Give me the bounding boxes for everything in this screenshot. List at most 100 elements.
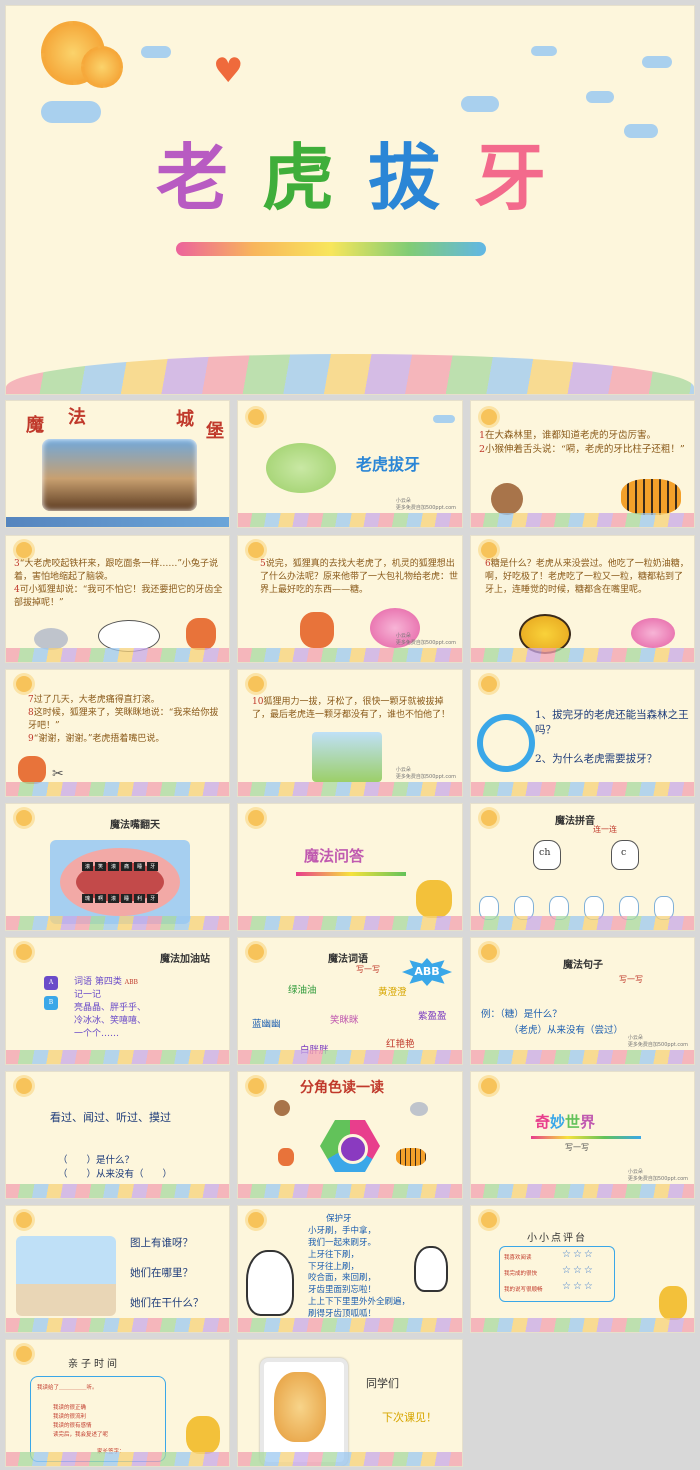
slide-subheading: 写一写 xyxy=(565,1143,589,1152)
title-char: 界 xyxy=(580,1113,596,1131)
slide-magic-words[interactable]: 魔法词语 写一写 ABB 绿油油 黄澄澄 蓝幽幽 笑眯眯 紫盈盈 白胖胖 红艳艳 xyxy=(237,937,463,1065)
cloud-icon xyxy=(642,56,672,68)
wizard-image xyxy=(186,1416,220,1454)
tooth-word: 牙 xyxy=(147,862,159,871)
hexagon-badge: A xyxy=(44,976,58,990)
slide-heading: 小小点评台 xyxy=(527,1233,587,1244)
star-rating[interactable]: ☆☆☆ xyxy=(562,1281,595,1292)
review-row: 我完成的很快 xyxy=(504,1269,537,1277)
slide-story-5[interactable]: 7过了几天，大老虎痛得直打滚。 8这时候，狐狸来了，笑眯眯地说：“我来给你拔牙吧！… xyxy=(5,669,230,797)
poem-line: 我们一起来刷牙。 xyxy=(308,1237,377,1248)
decorative-wave xyxy=(471,513,694,527)
sun-icon xyxy=(16,1346,32,1362)
rainbow-underline xyxy=(296,872,406,876)
slide-subheading: 写一写 xyxy=(619,975,643,984)
monkey-image xyxy=(274,1100,290,1116)
tooth-character-image xyxy=(246,1250,294,1316)
slide-castle[interactable]: 魔 法 城 堡 xyxy=(5,400,230,528)
para-text: 狐狸用力一拔，牙松了，很快一颗牙就被拔掉了，最后老虎连一颗牙都没有了，谁也不怕他… xyxy=(252,697,451,721)
paragraph: 6糖是什么？老虎从来没尝过。他吃了一粒奶油糖，啊，好吃极了！老虎吃了一粒又一粒，… xyxy=(485,558,690,597)
review-box: 我喜欢阅读 我完成的很快 我的说写很顺畅 ☆☆☆ ☆☆☆ ☆☆☆ xyxy=(499,1246,615,1302)
monkey-image xyxy=(491,483,523,515)
footer-line: 小云朵 xyxy=(627,1169,643,1175)
title-char: 妙 xyxy=(550,1113,566,1131)
tooth-word: 滚 xyxy=(82,862,94,871)
slide-wonder-world[interactable]: 奇妙世界 写一写 小云朵 更多免费自加500ppt.com xyxy=(470,1071,695,1199)
decorative-wave xyxy=(6,1050,229,1064)
slide-role-reading[interactable]: 分角色读一读 xyxy=(237,1071,463,1199)
sun-icon xyxy=(481,1078,497,1094)
para-text: 这时候，狐狸来了，笑眯眯地说：“我来给你拔牙吧！” xyxy=(28,708,219,732)
slide-magic-qa[interactable]: 魔法问答 xyxy=(237,803,463,931)
cloud-icon xyxy=(531,46,557,56)
slide-heading: 魔法句子 xyxy=(563,960,603,971)
slide-story-6[interactable]: 10狐狸用力一拔，牙松了，很快一颗牙就被拔掉了，最后老虎连一颗牙都没有了，谁也不… xyxy=(237,669,463,797)
cover-slide[interactable]: ♥ 老 虎 拔 牙 xyxy=(5,5,695,395)
cover-title: 老 虎 拔 牙 xyxy=(156,142,546,214)
tooth-word: 笑 xyxy=(95,862,107,871)
poem-line: 上上下下里里外外全刷遍， xyxy=(308,1297,411,1308)
sun-icon xyxy=(16,1078,32,1094)
tooth-word: 滚 xyxy=(108,862,120,871)
footer-line: 更多免费自加500ppt.com xyxy=(395,774,456,780)
decorative-wave xyxy=(471,1184,694,1198)
slide-story-1[interactable]: 1在大森林里，谁都知道老虎的牙齿厉害。 2小猴伸着舌头说：“嗬，老虎的牙比柱子还粗… xyxy=(470,400,695,528)
goodbye-line: 同学们 xyxy=(366,1377,399,1390)
pinyin-label: c xyxy=(621,847,627,858)
slide-story-3[interactable]: 5说完，狐狸真的去找大老虎了，机灵的狐狸想出了什么办法呢？原来他带了一大包礼物给… xyxy=(237,535,463,663)
decorative-wave xyxy=(471,1318,694,1332)
abb-label: ABB xyxy=(124,979,138,986)
text-line: 记一记 xyxy=(74,990,102,1001)
fox-image xyxy=(278,1148,294,1166)
tooth-word: 瑰 xyxy=(82,894,94,903)
castle-image xyxy=(42,439,197,511)
slide-picture-talk[interactable]: 图上有谁呀？ 她们在哪里？ 她们在干什么？ xyxy=(5,1205,230,1333)
cloud-icon xyxy=(433,415,455,423)
slide-review[interactable]: 小小点评台 我喜欢阅读 我完成的很快 我的说写很顺畅 ☆☆☆ ☆☆☆ ☆☆☆ xyxy=(470,1205,695,1333)
slide-magic-station[interactable]: 魔法加油站 A B 词语 第四类 ABB 记一记 亮晶晶、胖乎乎、 冷冰冰、笑嘻… xyxy=(5,937,230,1065)
fox-image xyxy=(186,618,216,650)
cloud-icon xyxy=(141,46,171,58)
slide-magic-sentence[interactable]: 魔法句子 写一写 例：（糖）是什么？ （老虎）从来没有（尝过） 小云朵 更多免费自… xyxy=(470,937,695,1065)
para-text: 过了几天，大老虎痛得直打滚。 xyxy=(33,695,160,705)
review-row: 我的说写很顺畅 xyxy=(504,1285,543,1293)
tooth-word: 痛 xyxy=(121,862,133,871)
sun-icon xyxy=(81,46,123,88)
sun-icon xyxy=(248,1078,264,1094)
blue-ring xyxy=(477,714,535,772)
hexagon-center xyxy=(338,1134,368,1164)
slide-magic-pinyin[interactable]: 魔法拼音 连一连 ch c xyxy=(470,803,695,931)
slide-sentence-practice[interactable]: 看过、闻过、听过、摸过 （ ）是什么？ （ ）从来没有（ ） xyxy=(5,1071,230,1199)
footer-line: 更多免费自加500ppt.com xyxy=(395,640,456,646)
para-text: 可小狐狸却说：“我可不怕它！我还要把它的牙齿全部拔掉呢！” xyxy=(14,585,223,609)
slide-goodbye[interactable]: 同学们 下次课见！ xyxy=(237,1339,463,1467)
bear-rabbit-image xyxy=(274,1372,326,1442)
word-blue: 蓝幽幽 xyxy=(252,1019,281,1030)
cloud-icon xyxy=(461,96,499,112)
sun-icon xyxy=(481,810,497,826)
tablet-frame xyxy=(260,1358,348,1466)
slide-protect-teeth[interactable]: 保护牙 小牙刷，手中拿， 我们一起来刷牙。 上牙往下刷， 下牙往上刷， 咬合面，… xyxy=(237,1205,463,1333)
sun-icon xyxy=(248,944,264,960)
slide-title[interactable]: 老虎拔牙 小云朵 更多免费自加500ppt.com xyxy=(237,400,463,528)
para-text: 在大森林里，谁都知道老虎的牙齿厉害。 xyxy=(485,430,657,441)
decorative-wave xyxy=(238,916,462,930)
decorative-wave xyxy=(238,513,462,527)
para-text: “谢谢，谢谢。”老虎捂着嘴巴说。 xyxy=(33,734,165,745)
slide-questions[interactable]: 1、拔完牙的老虎还能当森林之王吗？ 2、为什么老虎需要拔牙？ xyxy=(470,669,695,797)
title-char: 老 xyxy=(156,136,229,220)
star-rating[interactable]: ☆☆☆ xyxy=(562,1249,595,1260)
slide-magic-mouth[interactable]: 魔法嘴翻天 滚笑滚痛睡牙 瑰啊滚睡利牙 xyxy=(5,803,230,931)
star-rating[interactable]: ☆☆☆ xyxy=(562,1265,595,1276)
question: 她们在哪里？ xyxy=(130,1267,193,1279)
text-line: 我读的很正确 xyxy=(53,1405,87,1411)
slide-story-2[interactable]: 3“大老虎咬起铁杆来，跟吃面条一样……”小兔子说着，害怕地缩起了脑袋。 4可小狐狸… xyxy=(5,535,230,663)
tooth-word: 啊 xyxy=(95,894,107,903)
slide-story-4[interactable]: 6糖是什么？老虎从来没尝过。他吃了一粒奶油糖，啊，好吃极了！老虎吃了一粒又一粒，… xyxy=(470,535,695,663)
forest-image xyxy=(312,732,382,782)
parent-box: 我读给了＿＿＿＿＿听。 我读的很正确 我读的很流利 我读的很有感情 读完后，我会… xyxy=(30,1376,166,1462)
poem-line: 下牙往上刷， xyxy=(308,1261,360,1272)
slide-heading: 魔法嘴翻天 xyxy=(110,820,160,831)
example-line: （老虎）从来没有（尝过） xyxy=(509,1025,624,1036)
slide-parent-time[interactable]: 亲子时间 我读给了＿＿＿＿＿听。 我读的很正确 我读的很流利 我读的很有感情 读… xyxy=(5,1339,230,1467)
